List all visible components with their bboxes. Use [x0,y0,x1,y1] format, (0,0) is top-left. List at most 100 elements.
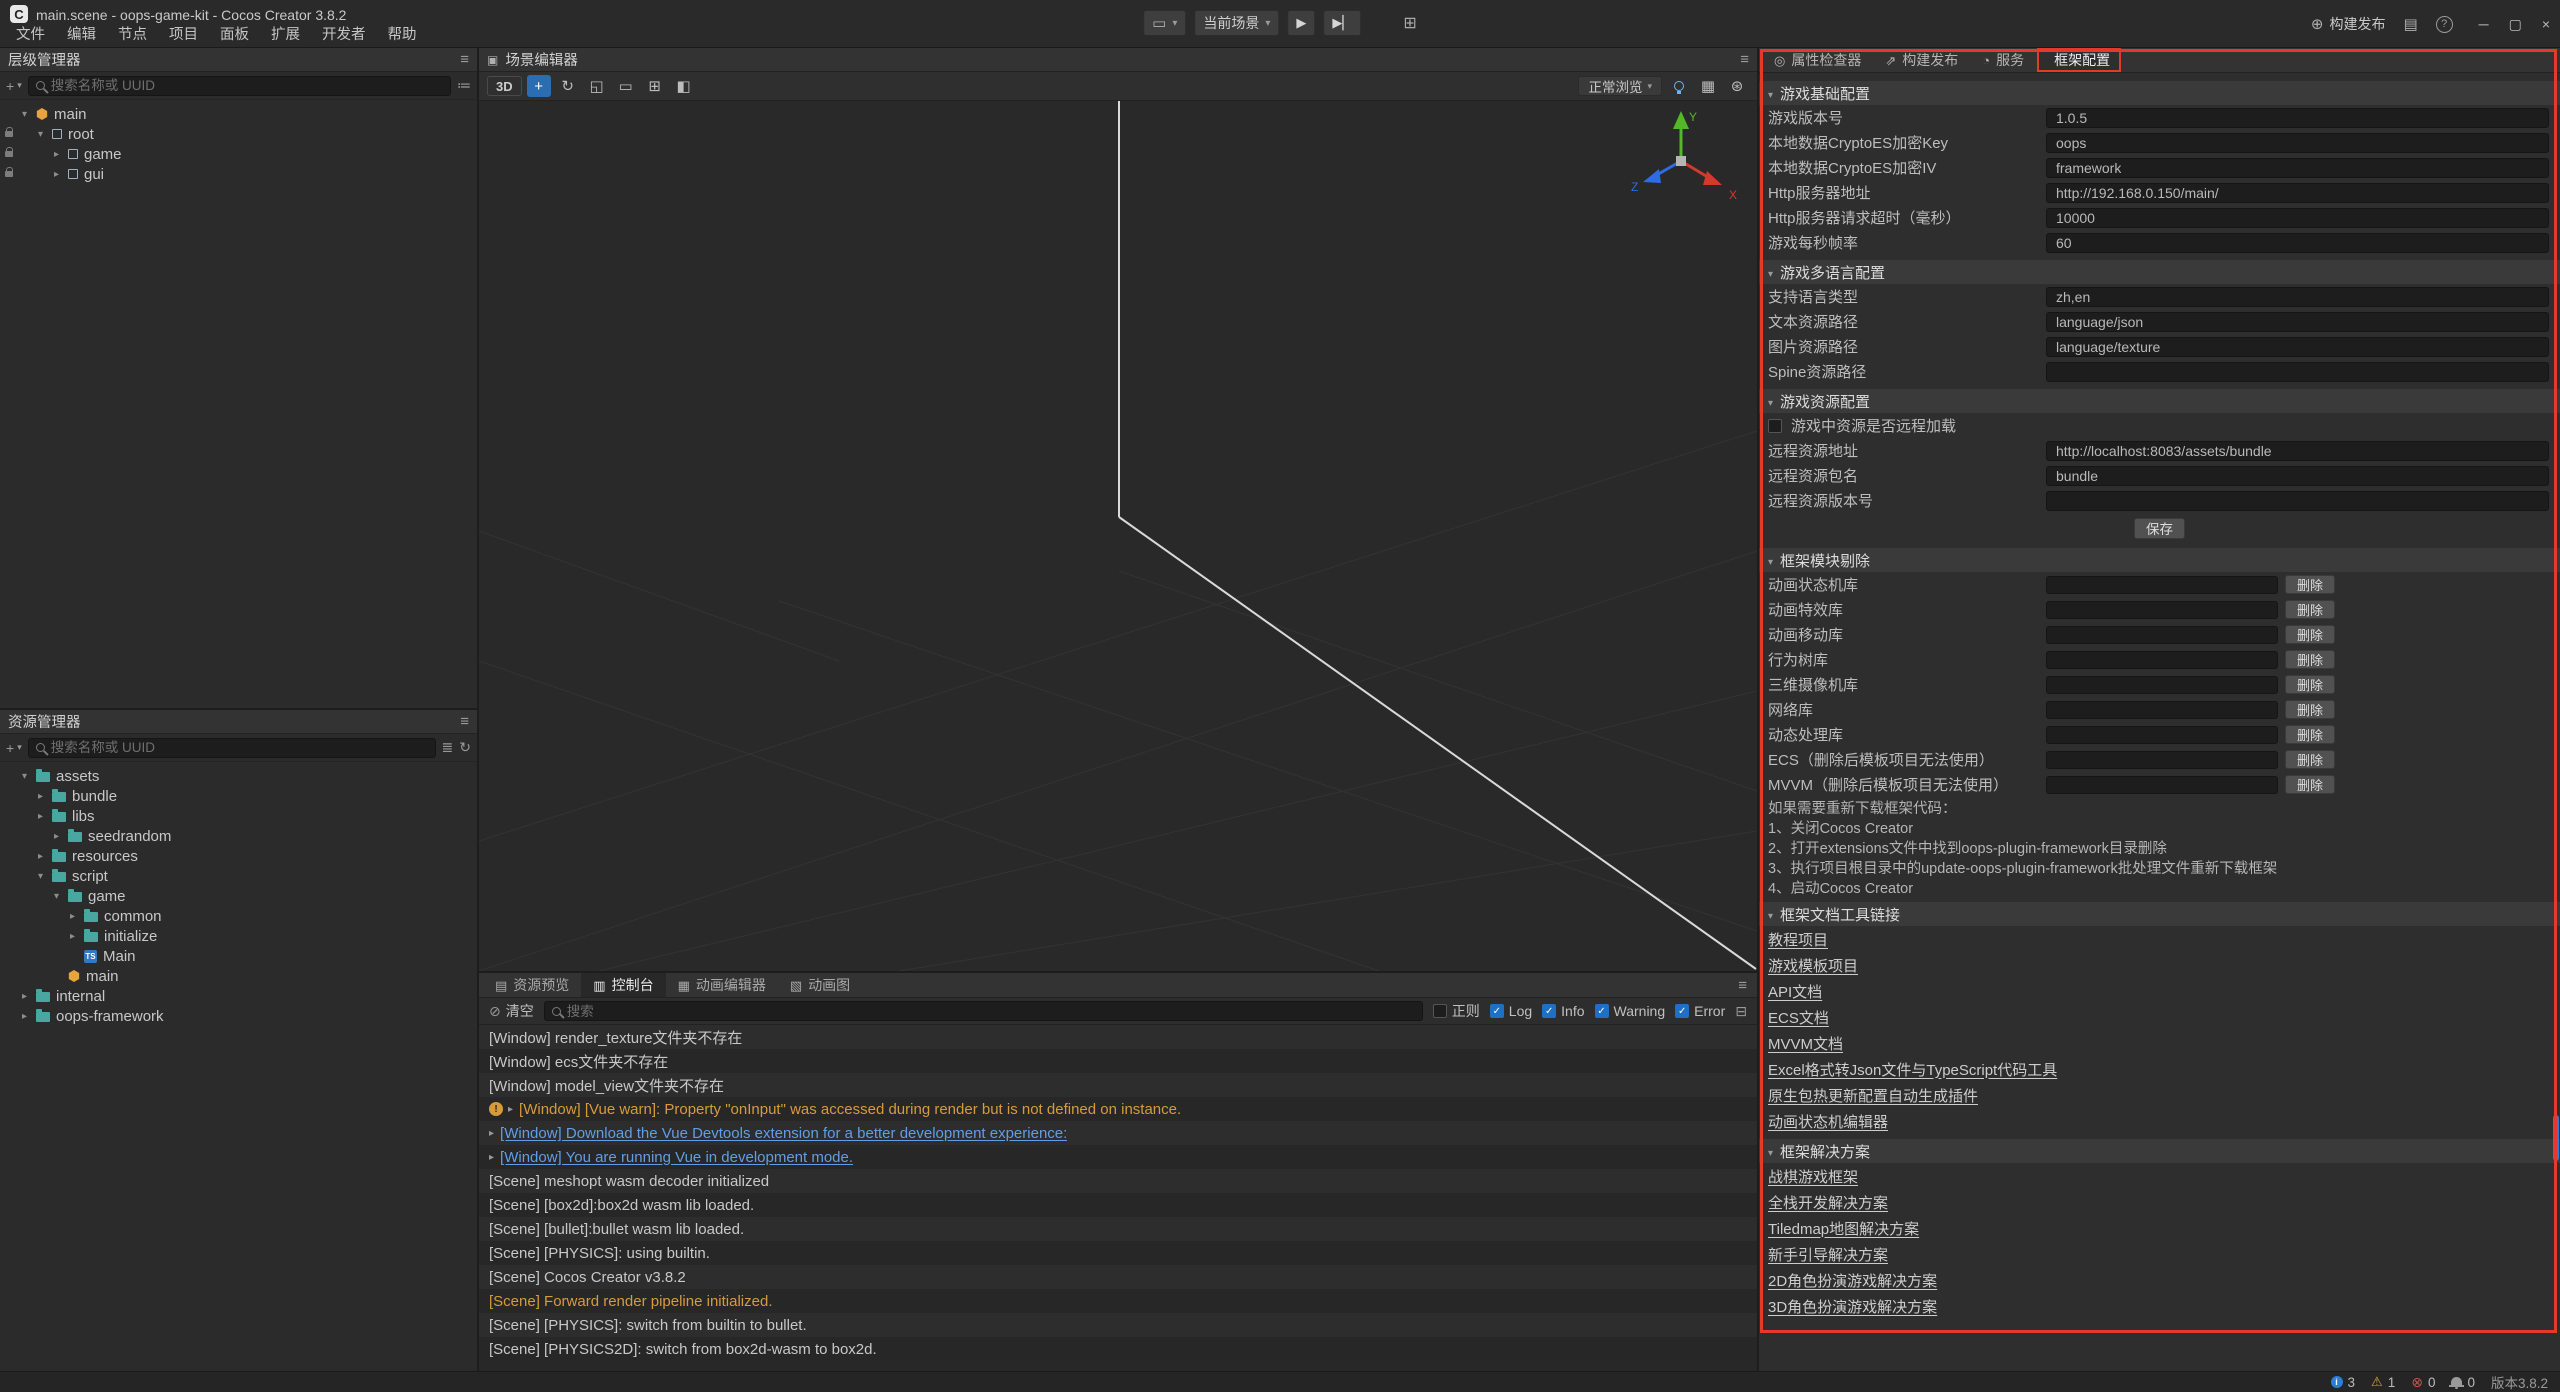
module-path-input[interactable] [2046,626,2278,644]
inspector-tab[interactable]: 框架配置 [2037,48,2121,72]
module-path-input[interactable] [2046,701,2278,719]
scale-tool[interactable]: ◱ [585,75,609,97]
expand-arrow[interactable]: ▸ [38,791,52,802]
field-input[interactable]: language/texture [2046,337,2549,357]
expand-arrow[interactable]: ▸ [54,831,68,842]
asset-node[interactable]: ▾ assets [0,766,477,786]
view-mode-select[interactable]: 正常浏览 ▾ [1578,76,1662,96]
module-path-input[interactable] [2046,751,2278,769]
doc-link[interactable]: 教程项目 [1768,929,1828,950]
grid-toggle[interactable]: ▦ [1696,75,1720,97]
menu-item[interactable]: 节点 [108,21,157,46]
coordinate-toggle[interactable]: ◧ [672,75,696,97]
filter-checkbox[interactable] [1675,1004,1689,1018]
module-path-input[interactable] [2046,601,2278,619]
assets-search[interactable] [28,738,436,758]
console-line[interactable]: [Window] ecs文件夹不存在 [479,1049,1757,1073]
doc-link[interactable]: API文档 [1768,981,1822,1002]
expand-arrow[interactable]: ▸ [22,1011,36,1022]
console-line[interactable]: [Scene] [box2d]:box2d wasm lib loaded. [479,1193,1757,1217]
expand-arrow[interactable]: ▾ [38,129,52,140]
remote-load-checkbox[interactable] [1768,419,1782,433]
delete-module-button[interactable]: 删除 [2285,750,2335,769]
console-line[interactable]: [Window] Download the Vue Devtools exten… [479,1121,1757,1145]
section-header-modules[interactable]: 框架模块剔除 [1759,548,2560,572]
field-input[interactable] [2046,491,2549,511]
hierarchy-node[interactable]: ▾ main [0,104,477,124]
hierarchy-search-input[interactable] [51,78,443,93]
collapse-all-icon[interactable]: ⊟ [1735,1003,1747,1020]
delete-module-button[interactable]: 删除 [2285,600,2335,619]
asset-node[interactable]: ▸ resources [0,846,477,866]
menu-item[interactable]: 项目 [159,21,208,46]
info-count[interactable]: 3 [2331,1375,2356,1390]
module-path-input[interactable] [2046,676,2278,694]
asset-node[interactable]: ▸ common [0,906,477,926]
module-path-input[interactable] [2046,651,2278,669]
field-input[interactable]: 1.0.5 [2046,108,2549,128]
asset-node[interactable]: ▸ libs [0,806,477,826]
asset-node[interactable]: ▾ script [0,866,477,886]
hierarchy-node[interactable]: ▸ gui [0,164,477,184]
console-search[interactable] [544,1001,1423,1021]
solution-link[interactable]: 2D角色扮演游戏解决方案 [1768,1270,1937,1291]
expand-arrow[interactable]: ▸ [70,931,84,942]
console-tab[interactable]: 控制台 [581,973,665,997]
section-header-resource[interactable]: 游戏资源配置 [1759,389,2560,413]
build-publish-button[interactable]: ⊕ 构建发布 [2311,14,2386,34]
delete-module-button[interactable]: 删除 [2285,700,2335,719]
doc-link[interactable]: 动画状态机编辑器 [1768,1111,1888,1132]
field-input[interactable]: bundle [2046,466,2549,486]
asset-node[interactable]: ▸ initialize [0,926,477,946]
inspector-tab[interactable]: 属性检查器 [1763,48,1872,72]
field-input[interactable]: http://192.168.0.150/main/ [2046,183,2549,203]
console-tab[interactable]: 动画编辑器 [666,973,778,997]
layout-grid-icon[interactable]: ⊞ [1403,13,1416,33]
log-filter[interactable]: Info [1542,1003,1584,1019]
console-tab[interactable]: 资源预览 [483,973,581,997]
play-button[interactable]: ▶ [1287,10,1315,36]
doc-link[interactable]: MVVM文档 [1768,1033,1843,1054]
add-asset-button[interactable]: + [6,740,14,756]
solution-link[interactable]: 3D角色扮演游戏解决方案 [1768,1296,1937,1317]
inspector-tab[interactable]: 构建发布 [1874,48,1969,72]
minimize-button[interactable]: ─ [2479,16,2489,33]
expand-caret-icon[interactable] [508,1104,513,1115]
panel-menu-icon[interactable]: ≡ [1738,977,1747,994]
expand-arrow[interactable]: ▾ [22,109,36,120]
field-input[interactable]: language/json [2046,312,2549,332]
scene-viewport[interactable]: X Y Z [479,101,1757,971]
filter-checkbox[interactable] [1595,1004,1609,1018]
console-line[interactable]: [Scene] [PHYSICS]: switch from builtin t… [479,1313,1757,1337]
console-line[interactable]: [Scene] [PHYSICS]: using builtin. [479,1241,1757,1265]
delete-module-button[interactable]: 删除 [2285,775,2335,794]
panel-menu-icon[interactable]: ≡ [460,713,469,730]
clear-console-button[interactable]: 清空 [489,1001,534,1021]
close-button[interactable]: × [2542,16,2550,33]
expand-arrow[interactable]: ▸ [22,991,36,1002]
menu-item[interactable]: 面板 [210,21,259,46]
expand-caret-icon[interactable] [489,1128,494,1139]
add-node-button[interactable]: + [6,78,14,94]
step-button[interactable]: ▶▏ [1323,10,1361,36]
doc-link[interactable]: Excel格式转Json文件与TypeScript代码工具 [1768,1059,2057,1080]
section-header-docs[interactable]: 框架文档工具链接 [1759,902,2560,926]
delete-module-button[interactable]: 删除 [2285,725,2335,744]
lock-icon[interactable] [5,131,13,137]
expand-arrow[interactable]: ▾ [54,891,68,902]
mode-3d-toggle[interactable]: 3D [487,76,522,96]
field-input[interactable]: zh,en [2046,287,2549,307]
lock-icon[interactable] [5,151,13,157]
expand-arrow[interactable]: ▾ [38,871,52,882]
section-header-basic[interactable]: 游戏基础配置 [1759,81,2560,105]
assets-search-input[interactable] [51,740,428,755]
filter-icon[interactable]: ≣ [442,739,454,756]
scrollbar-thumb[interactable] [2553,1115,2559,1161]
regex-checkbox[interactable] [1433,1004,1447,1018]
console-line[interactable]: [Window] model_view文件夹不存在 [479,1073,1757,1097]
menu-item[interactable]: 开发者 [312,21,376,46]
lighting-toggle[interactable] [1667,75,1691,97]
doc-link[interactable]: 原生包热更新配置自动生成插件 [1768,1085,1978,1106]
asset-node[interactable]: ▸ seedrandom [0,826,477,846]
refresh-icon[interactable]: ↻ [459,739,471,756]
